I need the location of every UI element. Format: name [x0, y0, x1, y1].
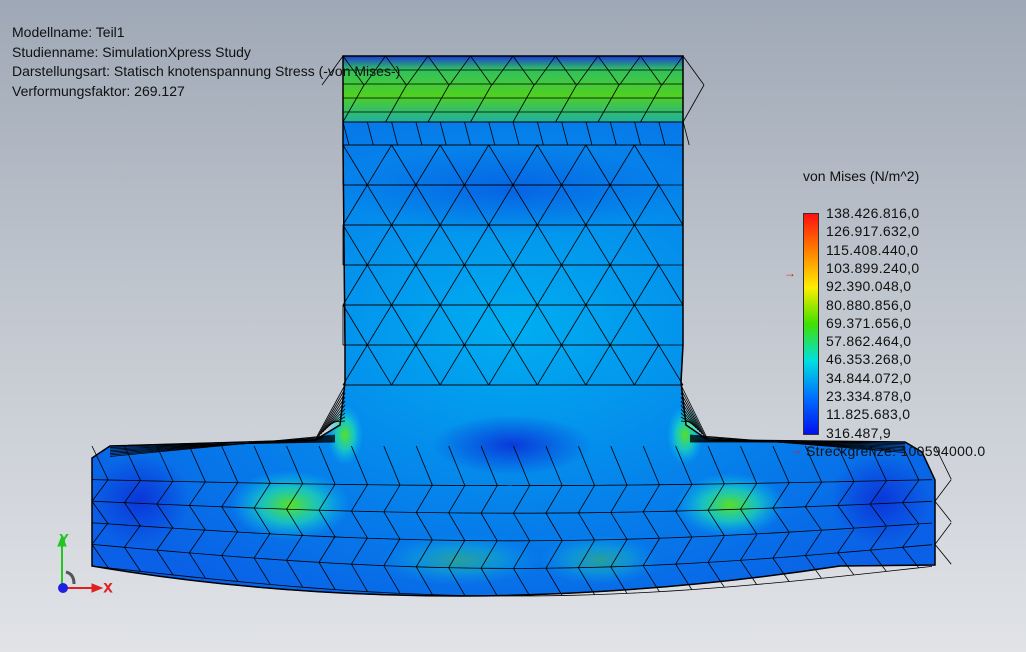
legend-value: 103.899.240,0 — [826, 259, 920, 276]
legend-value: 34.844.072,0 — [826, 369, 912, 386]
legend-value: 69.371.656,0 — [826, 314, 912, 331]
legend-value: 316.487,9 — [826, 424, 891, 441]
x-axis-label: X — [104, 581, 112, 595]
legend-value: 80.880.856,0 — [826, 296, 912, 313]
plot-type: Darstellungsart: Statisch knotenspannung… — [12, 63, 401, 79]
deformation-scale: Verformungsfaktor: 269.127 — [12, 82, 185, 99]
fea-mesh-model — [90, 55, 952, 597]
yield-marker-icon: → — [784, 266, 796, 280]
legend-value: 11.825.683,0 — [826, 406, 911, 423]
model-name: Modellname: Teil1 — [12, 24, 125, 40]
study-info: Modellname: Teil1 Studienname: Simulatio… — [12, 23, 400, 101]
yield-label-marker-icon: → — [790, 443, 802, 457]
legend-value: 115.408.440,0 — [826, 241, 919, 258]
legend-value: 92.390.048,0 — [826, 278, 912, 295]
stress-colorbar — [803, 213, 819, 435]
study-name: Studienname: SimulationXpress Study — [12, 43, 251, 60]
legend-value: 138.426.816,0 — [826, 205, 920, 221]
legend-value: 126.917.632,0 — [826, 223, 920, 240]
axis-triad[interactable]: Y X — [52, 532, 122, 602]
y-axis-label: Y — [60, 532, 68, 546]
legend-title: von Mises (N/m^2) — [803, 168, 920, 184]
legend-value: 46.353.268,0 — [826, 351, 912, 368]
yield-strength-label: Streckgrenze: 100594000.0 — [806, 443, 986, 459]
legend-value: 57.862.464,0 — [826, 333, 912, 350]
legend-value: 23.334.878,0 — [826, 388, 912, 404]
